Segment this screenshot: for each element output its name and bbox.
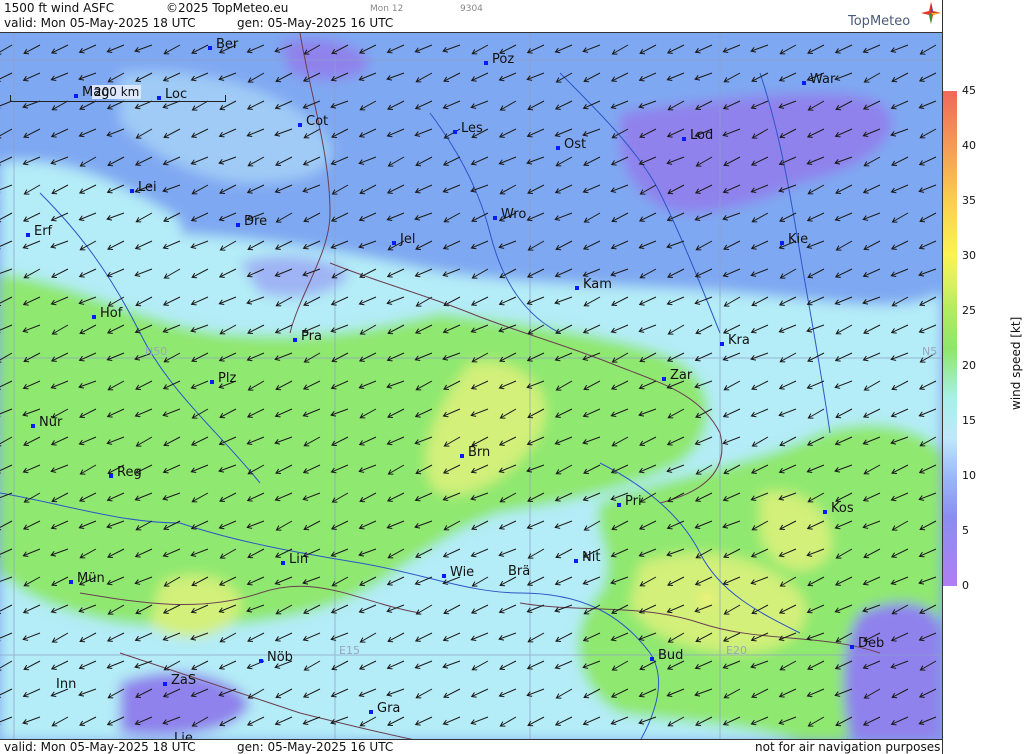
wind-speed-legend: 45 40 35 30 25 20 15 10 5 0 wind speed [… [942,0,1033,754]
city-label[interactable]: Pri [617,494,642,509]
city-label[interactable]: Nöb [259,650,293,665]
wind-field [0,33,942,739]
footer-disclaimer: not for air navigation purposes [755,740,941,754]
city-label[interactable]: Erf [26,224,52,239]
footer: valid: Mon 05-May-2025 18 UTC gen: 05-Ma… [0,740,942,754]
city-label[interactable]: Mag [74,85,109,100]
city-label[interactable]: Inn [56,677,76,692]
city-label[interactable]: Hof [92,306,122,321]
copyright: ©2025 TopMeteo.eu [166,1,289,15]
city-label[interactable]: Cot [298,114,328,129]
grid-label: N5 [922,345,938,358]
legend-title: wind speed [kt] [1009,316,1023,410]
city-label[interactable]: Pra [293,329,322,344]
city-label[interactable]: Zar [662,368,692,383]
city-label[interactable]: Les [453,121,483,136]
grid-label: E20 [726,644,747,657]
legend-tick: 0 [962,579,969,592]
city-label[interactable]: Nür [31,415,62,430]
scale-bar: 200 km [10,85,226,103]
city-label[interactable]: Kra [720,333,750,348]
city-label[interactable]: ZaS [163,673,196,688]
city-label[interactable]: Wie [442,565,474,580]
city-label[interactable]: Ber [208,37,238,52]
city-label[interactable]: Lin [281,552,308,567]
city-label[interactable]: Jel [392,232,415,247]
grid-label: E15 [339,644,360,657]
city-label[interactable]: Lei [130,180,157,195]
legend-tick: 35 [962,194,976,207]
grid-label: N50 [145,345,168,358]
legend-tick: 10 [962,469,976,482]
city-label[interactable]: Ost [556,137,586,152]
legend-tick: 25 [962,304,976,317]
compass-star-icon [921,2,941,24]
mark-code: 9304 [460,4,483,14]
city-label[interactable]: Kie [780,232,808,247]
city-label[interactable]: Deb [850,636,884,651]
footer-valid: valid: Mon 05-May-2025 18 UTC [4,740,196,754]
city-label[interactable]: Brn [460,445,490,460]
city-label[interactable]: Wro [493,207,526,222]
city-label[interactable]: Brä [508,564,530,579]
legend-tick: 5 [962,524,969,537]
city-label[interactable]: Kos [823,501,854,516]
footer-gen: gen: 05-May-2025 16 UTC [237,740,394,754]
city-label[interactable]: Gra [369,701,400,716]
product-title: 1500 ft wind ASFC [4,1,115,15]
city-label[interactable]: Lod [682,128,713,143]
city-label[interactable]: Kam [575,277,612,292]
gen-time: gen: 05-May-2025 16 UTC [237,16,394,30]
header: 1500 ft wind ASFC ©2025 TopMeteo.eu Mon … [0,0,942,32]
city-label[interactable]: Nit [574,550,600,565]
wind-map[interactable]: 200 km N50 N5 E15 E20 Ber Poz War Mag Lo… [0,32,942,740]
brand-logo: TopMeteo [848,14,911,29]
city-label[interactable]: Mün [69,571,105,586]
legend-tick: 30 [962,249,976,262]
legend-tick: 20 [962,359,976,372]
mark-mon: Mon 12 [370,4,404,14]
legend-colorbar [943,91,957,586]
legend-tick: 40 [962,139,976,152]
legend-tick: 45 [962,84,976,97]
city-label[interactable]: Reg [109,465,142,480]
city-label[interactable]: Plz [210,371,236,386]
city-label[interactable]: Lie [174,731,193,739]
legend-tick: 15 [962,414,976,427]
city-label[interactable]: Bud [650,648,683,663]
city-label[interactable]: Loc [157,87,187,102]
city-label[interactable]: Poz [484,52,514,67]
city-label[interactable]: Dre [236,214,267,229]
city-label[interactable]: War [802,72,835,87]
valid-time: valid: Mon 05-May-2025 18 UTC [4,16,196,30]
